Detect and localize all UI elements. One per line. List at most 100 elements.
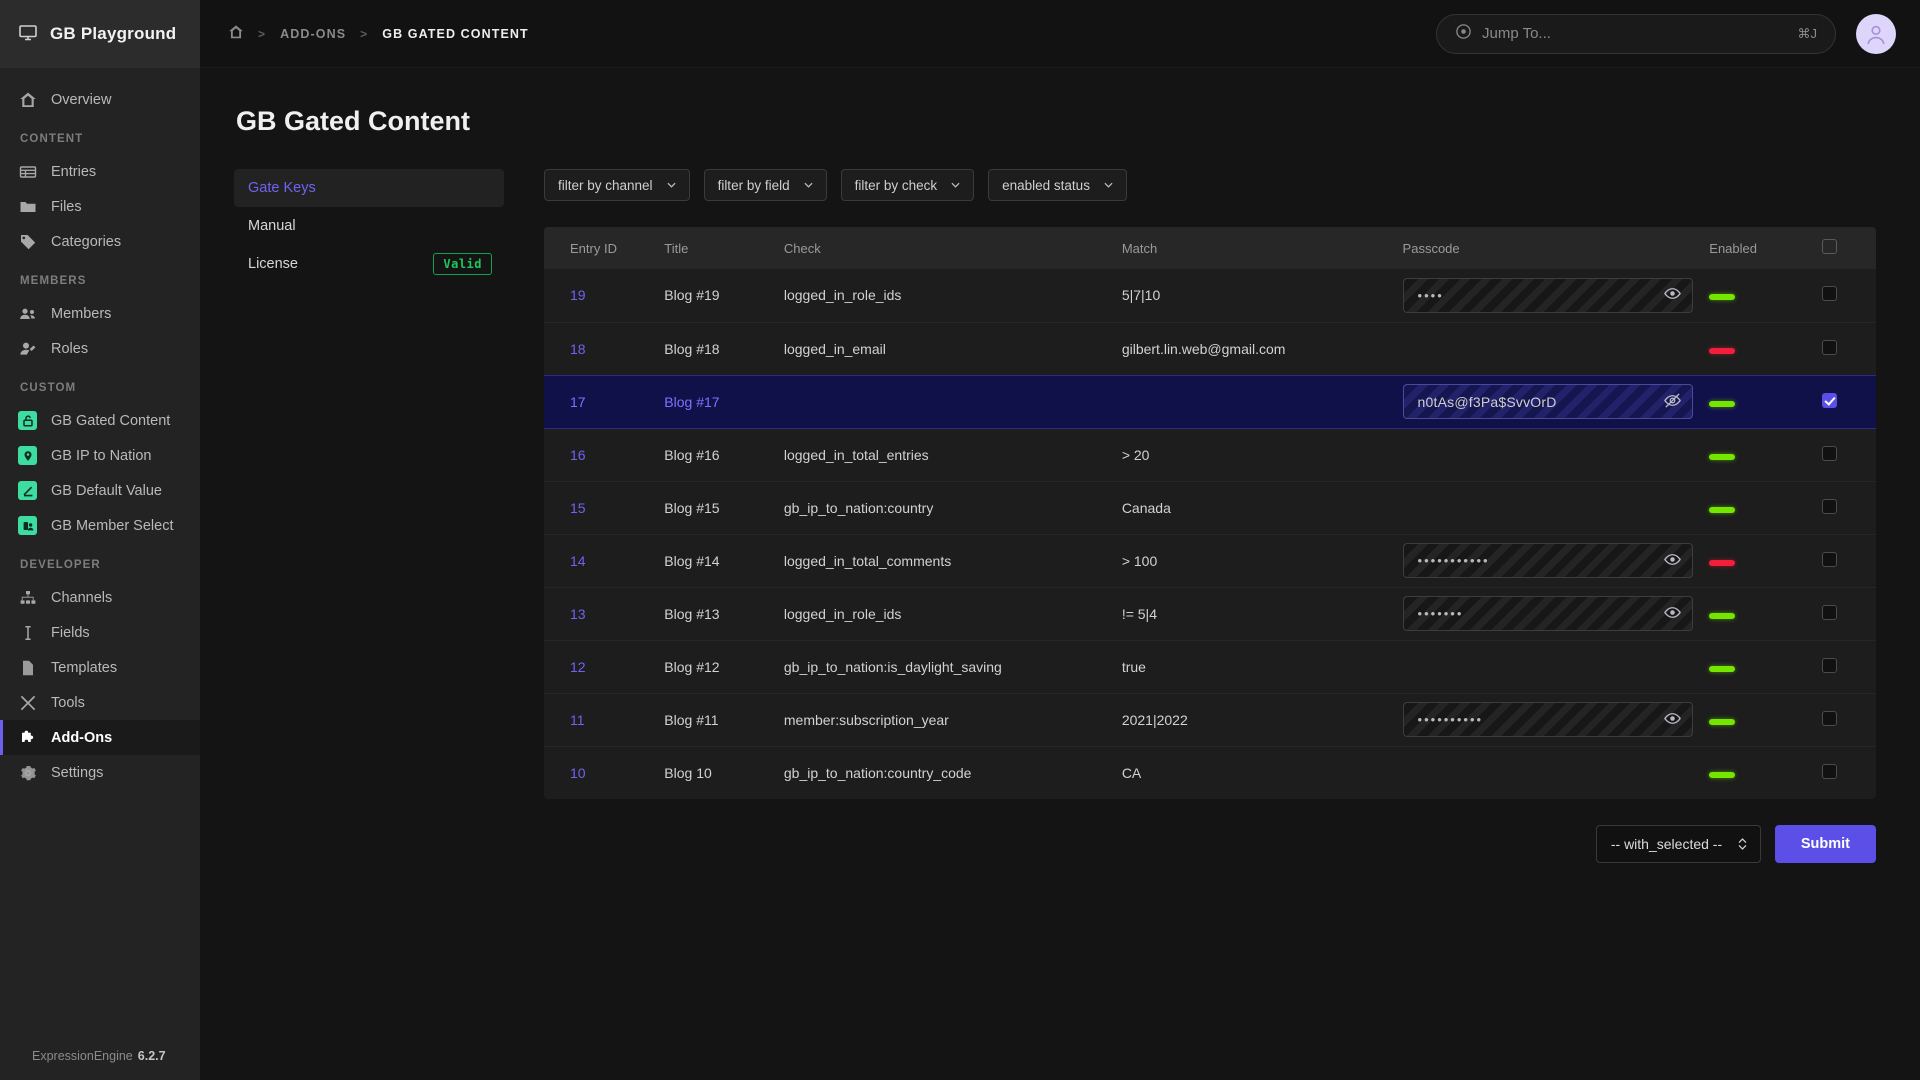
sidebar-group-content: CONTENT — [20, 133, 84, 145]
row-checkbox[interactable] — [1821, 286, 1837, 302]
enabled-toggle[interactable] — [1709, 347, 1736, 354]
filter-by-field-dropdown[interactable]: filter by field — [703, 169, 827, 201]
cell-title: Blog #15 — [656, 480, 776, 534]
row-checkbox[interactable] — [1821, 498, 1837, 514]
eye-icon[interactable] — [1663, 550, 1682, 572]
sidebar-item-gb-gated-content[interactable]: GB Gated Content — [0, 403, 200, 438]
cell-passcode — [1394, 321, 1702, 375]
with-selected-select[interactable]: -- with_selected -- — [1595, 825, 1761, 863]
cell-passcode — [1394, 745, 1702, 799]
table-row[interactable]: 15 Blog #15 gb_ip_to_nation:country Canada — [544, 480, 1876, 534]
enabled-toggle[interactable] — [1709, 612, 1736, 619]
filter-by-check-dropdown[interactable]: filter by check — [840, 169, 975, 201]
passcode-value: •••• — [1417, 287, 1444, 303]
filter-by-channel-dropdown[interactable]: filter by channel — [544, 169, 690, 201]
table-row[interactable]: 17 Blog #17 n0tAs@f3Pa$SvvOrD — [544, 374, 1876, 428]
enabled-toggle[interactable] — [1709, 506, 1736, 513]
home-icon[interactable] — [228, 24, 244, 43]
header-check[interactable]: Check — [775, 227, 1114, 269]
row-checkbox[interactable] — [1821, 710, 1837, 726]
search-input[interactable]: Jump To... ⌘J — [1436, 13, 1836, 54]
sidebar-item-entries[interactable]: Entries — [0, 154, 200, 189]
cell-select — [1813, 533, 1876, 587]
header-title[interactable]: Title — [656, 227, 776, 269]
table-row[interactable]: 18 Blog #18 logged_in_email gilbert.lin.web… — [544, 321, 1876, 375]
cell-check: gb_ip_to_nation:is_daylight_saving — [775, 639, 1114, 693]
table-row[interactable]: 13 Blog #13 logged_in_role_ids != 5|4 ••••••… — [544, 586, 1876, 640]
row-checkbox[interactable] — [1821, 604, 1837, 620]
subnav-item-license[interactable]: License Valid — [234, 245, 504, 283]
enabled-toggle[interactable] — [1709, 294, 1736, 301]
sidebar-item-tools[interactable]: Tools — [0, 685, 200, 720]
cell-passcode — [1394, 639, 1702, 693]
home-icon — [18, 90, 37, 109]
cell-title: Blog #13 — [656, 586, 776, 640]
sidebar-item-add-ons[interactable]: Add-Ons — [0, 720, 200, 755]
sidebar-item-overview[interactable]: Overview — [0, 82, 200, 117]
cell-check: logged_in_role_ids — [775, 586, 1114, 640]
sidebar-item-templates[interactable]: Templates — [0, 650, 200, 685]
table-row[interactable]: 16 Blog #16 logged_in_total_entries > 20 — [544, 427, 1876, 481]
passcode-input[interactable]: ••••••••••• — [1402, 543, 1694, 578]
enabled-toggle[interactable] — [1709, 453, 1736, 460]
header-select-all[interactable] — [1813, 227, 1876, 269]
sidebar-item-files[interactable]: Files — [0, 189, 200, 224]
sidebar-item-gb-default-value[interactable]: GB Default Value — [0, 473, 200, 508]
eye-slash-icon[interactable] — [1663, 391, 1682, 413]
row-checkbox[interactable] — [1821, 339, 1837, 355]
row-checkbox[interactable] — [1821, 392, 1837, 408]
header-entry-id[interactable]: Entry ID — [544, 227, 657, 269]
header-enabled[interactable]: Enabled — [1701, 227, 1814, 269]
eye-icon[interactable] — [1663, 284, 1682, 306]
table-row[interactable]: 10 Blog 10 gb_ip_to_nation:country_code CA — [544, 745, 1876, 799]
chevron-down-icon — [804, 182, 813, 188]
row-checkbox[interactable] — [1821, 445, 1837, 461]
table-row[interactable]: 11 Blog #11 member:subscription_year 2021|2… — [544, 692, 1876, 746]
subnav-item-gate-keys[interactable]: Gate Keys — [234, 169, 504, 207]
sidebar-item-fields[interactable]: Fields — [0, 615, 200, 650]
cell-check: gb_ip_to_nation:country_code — [775, 745, 1114, 799]
tools-icon — [18, 693, 37, 712]
sidebar-item-members[interactable]: Members — [0, 296, 200, 331]
puzzle-icon — [18, 728, 37, 747]
header-passcode[interactable]: Passcode — [1394, 227, 1702, 269]
sidebar-item-label: Overview — [51, 91, 112, 108]
eye-icon[interactable] — [1663, 709, 1682, 731]
passcode-input[interactable]: n0tAs@f3Pa$SvvOrD — [1402, 384, 1694, 419]
enabled-toggle[interactable] — [1709, 771, 1736, 778]
sidebar-item-roles[interactable]: Roles — [0, 331, 200, 366]
sidebar-item-gb-ip-to-nation[interactable]: GB IP to Nation — [0, 438, 200, 473]
row-checkbox[interactable] — [1821, 763, 1837, 779]
row-checkbox[interactable] — [1821, 657, 1837, 673]
table-row[interactable]: 19 Blog #19 logged_in_role_ids 5|7|10 •••• — [544, 269, 1876, 322]
table-row[interactable]: 14 Blog #14 logged_in_total_comments > 100 •… — [544, 533, 1876, 587]
filter-label: filter by channel — [558, 177, 653, 193]
enabled-toggle[interactable] — [1709, 559, 1736, 566]
sidebar-item-gb-member-select[interactable]: GB Member Select — [0, 508, 200, 543]
passcode-value: n0tAs@f3Pa$SvvOrD — [1417, 393, 1557, 410]
brand[interactable]: GB Playground — [0, 0, 200, 68]
sidebar-item-settings[interactable]: Settings — [0, 755, 200, 790]
breadcrumb-add-ons[interactable]: ADD-ONS — [280, 27, 346, 41]
cell-match — [1113, 374, 1395, 428]
passcode-input[interactable]: ••••••• — [1402, 596, 1694, 631]
passcode-input[interactable]: •••• — [1402, 277, 1694, 313]
row-checkbox[interactable] — [1821, 551, 1837, 567]
cell-select — [1814, 269, 1876, 322]
select-all-checkbox[interactable] — [1821, 239, 1837, 254]
cell-passcode: ••••••• — [1394, 586, 1702, 640]
enabled-toggle[interactable] — [1709, 665, 1736, 672]
header-match[interactable]: Match — [1113, 227, 1395, 269]
enabled-status-dropdown[interactable]: enabled status — [988, 169, 1127, 201]
enabled-toggle[interactable] — [1709, 400, 1736, 407]
enabled-toggle[interactable] — [1709, 718, 1736, 725]
sidebar-item-channels[interactable]: Channels — [0, 580, 200, 615]
subnav-item-manual[interactable]: Manual — [234, 207, 504, 245]
passcode-input[interactable]: •••••••••• — [1402, 702, 1694, 737]
gear-icon — [18, 763, 37, 782]
avatar[interactable] — [1856, 13, 1896, 54]
submit-button[interactable]: Submit — [1774, 825, 1876, 863]
table-row[interactable]: 12 Blog #12 gb_ip_to_nation:is_daylight_sa… — [544, 639, 1876, 693]
eye-icon[interactable] — [1663, 603, 1682, 625]
sidebar-item-categories[interactable]: Categories — [0, 224, 200, 259]
